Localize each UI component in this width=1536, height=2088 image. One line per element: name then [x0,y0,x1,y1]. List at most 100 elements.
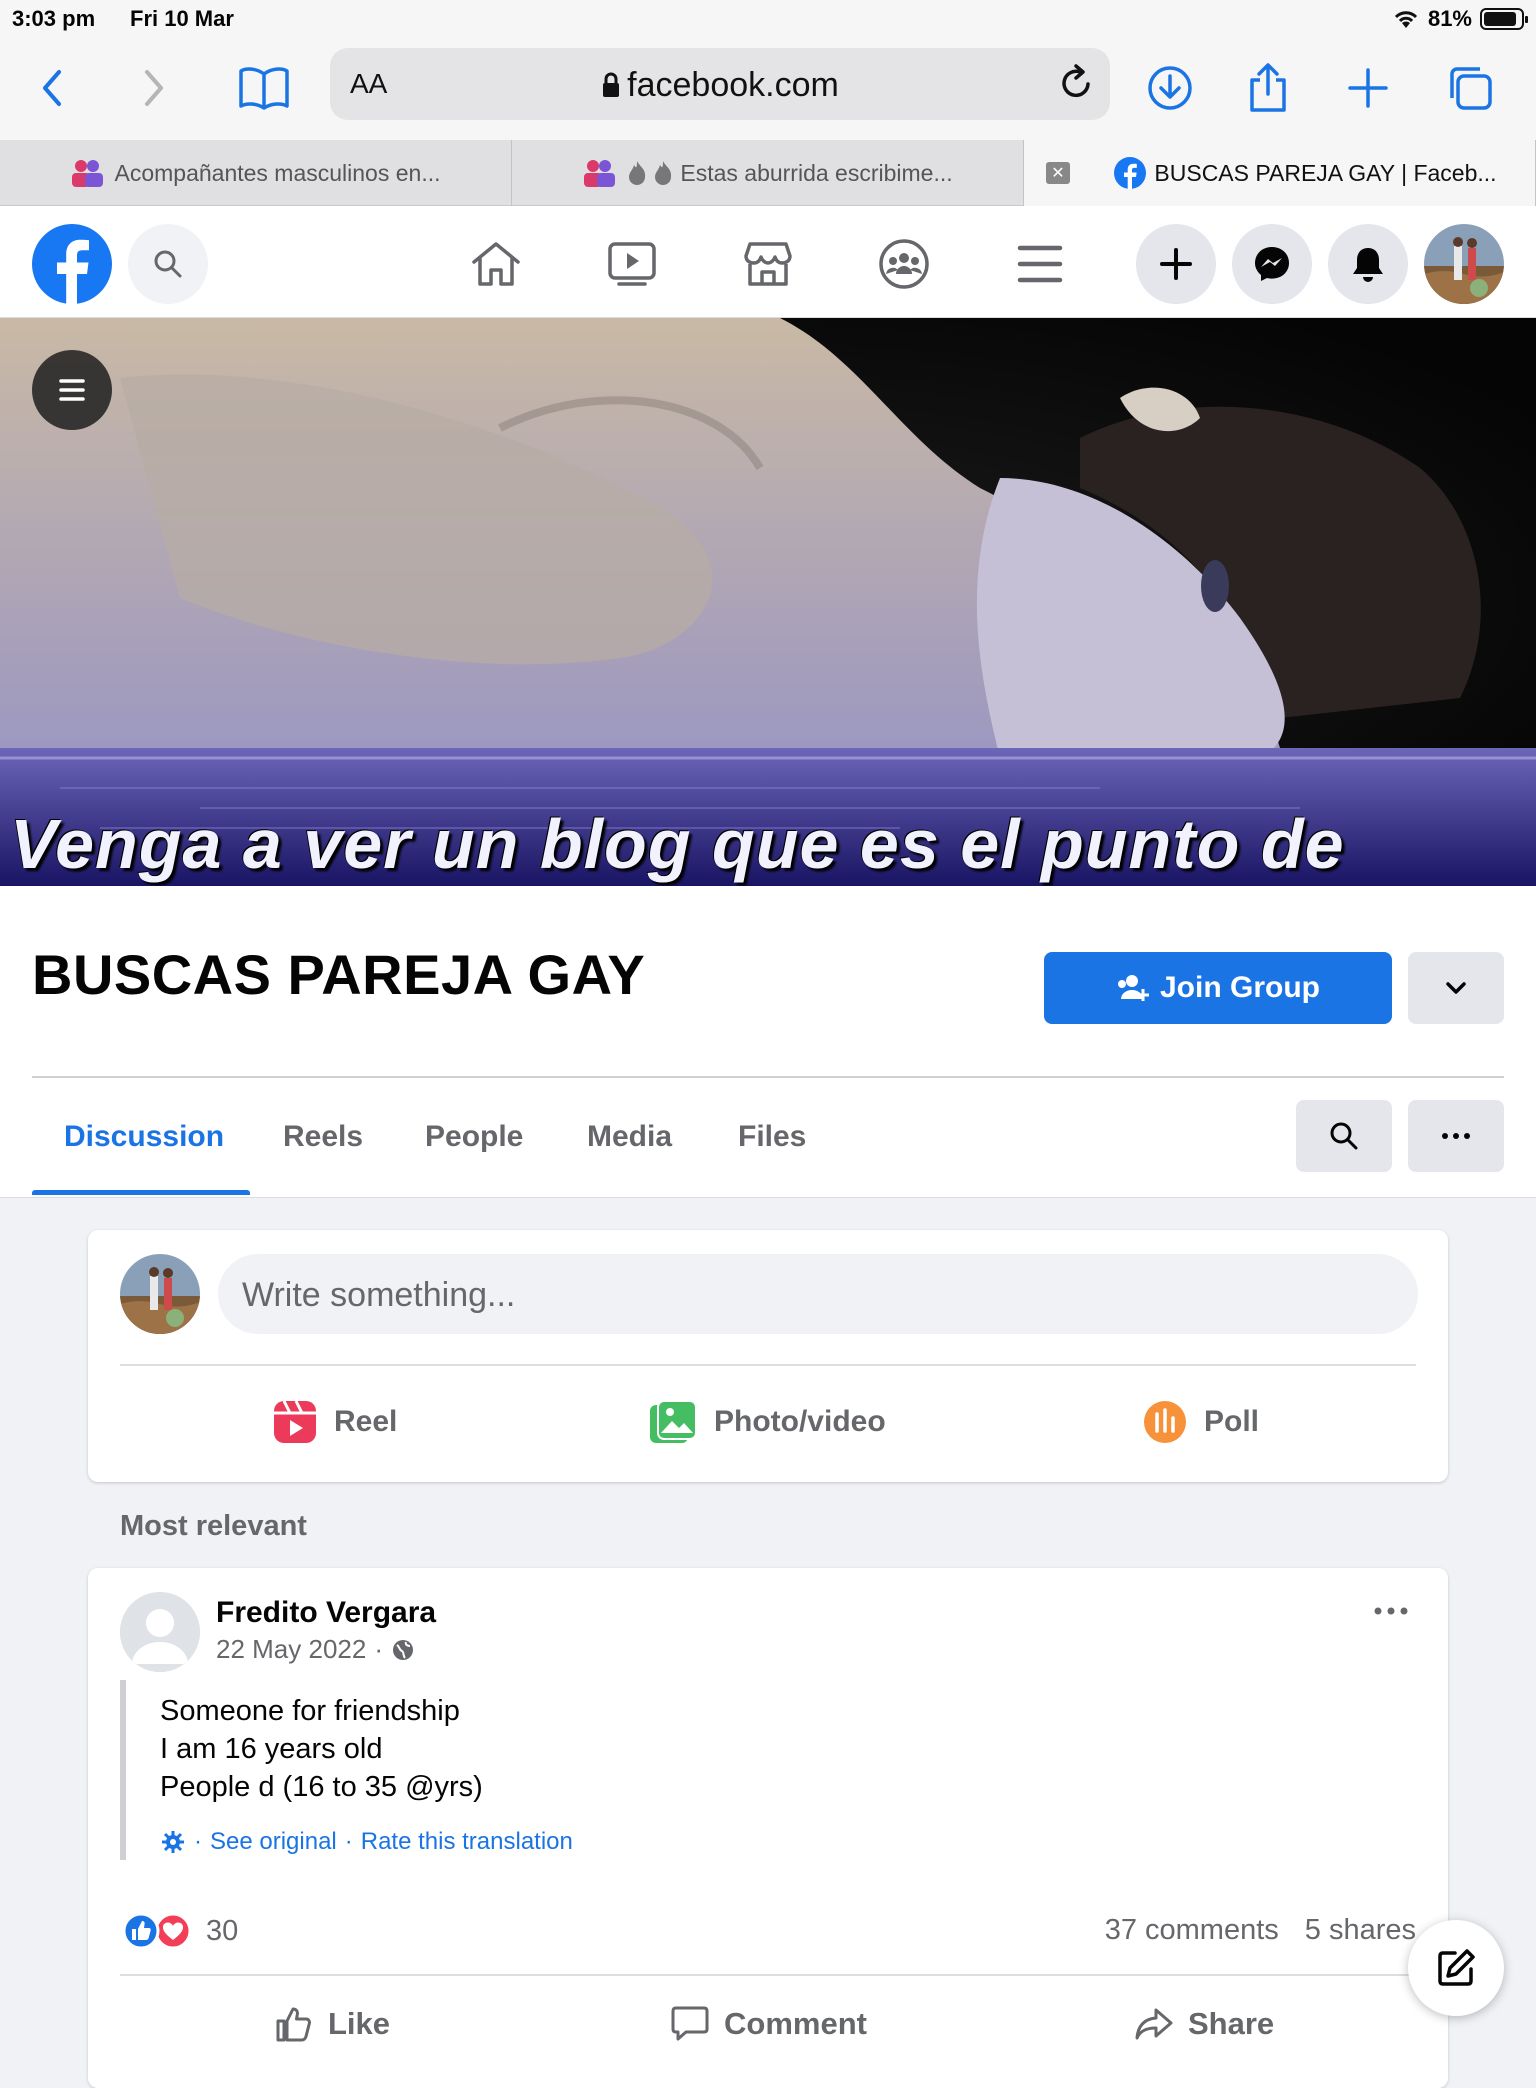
tabs-overview-icon[interactable] [1440,58,1500,118]
menu-icon[interactable] [1010,234,1070,294]
post-options-icon[interactable] [1374,1602,1408,1620]
translation-links: · See original · Rate this translation [160,1828,573,1856]
post-line: People d (16 to 35 @yrs) [160,1771,483,1803]
browser-tab[interactable]: Acompañantes masculinos en... [0,140,512,206]
group-options-dropdown[interactable] [1408,952,1504,1024]
home-icon[interactable] [466,234,526,294]
status-bar: 3:03 pm Fri 10 Mar 81% [0,0,1536,40]
cover-menu-icon[interactable] [32,350,112,430]
flame-icon [629,161,646,185]
share-label: Share [1188,2006,1275,2041]
translation-separator: · [344,1828,353,1855]
comment-icon [671,2006,709,2041]
post-divider [120,1974,1416,1976]
facebook-logo-icon[interactable] [32,224,112,304]
chevron-down-icon [1446,982,1466,994]
close-tab-icon[interactable]: ✕ [1046,162,1070,184]
translation-quote-bar [120,1680,126,1860]
facebook-navbar [0,206,1536,318]
write-something-input[interactable]: Write something... [218,1254,1418,1334]
author-avatar[interactable] [120,1592,200,1672]
status-time: 3:03 pm [12,6,96,31]
tab-media[interactable]: Media [587,1120,672,1154]
photo-video-label: Photo/video [714,1405,886,1438]
new-tab-icon[interactable] [1338,58,1398,118]
browser-tabs: Acompañantes masculinos en... Estas abur… [0,140,1536,206]
reel-label: Reel [334,1405,398,1438]
translation-separator: · [194,1828,202,1855]
group-search-button[interactable] [1296,1100,1392,1172]
globe-icon [393,1639,413,1660]
poll-label: Poll [1204,1405,1260,1438]
notifications-bell-icon[interactable] [1328,224,1408,304]
tab-discussion[interactable]: Discussion [64,1120,224,1154]
cover-image [0,318,1536,886]
share-arrow-icon [1135,2008,1173,2040]
compose-icon [1438,1949,1475,1986]
post-date[interactable]: 22 May 2022 [216,1634,366,1665]
post-composer: Write something... Reel Photo/video Poll [88,1230,1448,1482]
url-text: facebook.com [330,66,1110,105]
rate-translation-link[interactable]: Rate this translation [361,1828,573,1856]
tab-people[interactable]: People [425,1120,523,1154]
reel-button[interactable]: Reel [272,1392,397,1452]
battery-icon [1480,8,1528,30]
browser-tab-active[interactable]: ✕ BUSCAS PAREJA GAY | Faceb... [1024,140,1536,206]
comments-count[interactable]: 37 comments [1105,1914,1279,1947]
gear-icon[interactable] [160,1829,186,1855]
composer-divider [120,1364,1416,1366]
group-favicon-icon [582,158,616,188]
group-title: BUSCAS PAREJA GAY [32,943,646,1006]
tab-title: BUSCAS PAREJA GAY | Faceb... [1154,159,1497,186]
status-date: Fri 10 Mar [130,6,234,31]
address-bar[interactable]: AA facebook.com [330,48,1110,120]
post-card: Fredito Vergara 22 May 2022 · Someone fo… [88,1568,1448,2088]
profile-avatar[interactable] [1424,224,1504,304]
battery-percent: 81% [1427,6,1472,31]
photo-video-icon [650,1400,697,1443]
engagement-counts: 37 comments 5 shares [1105,1914,1416,1947]
flame-icon [655,161,672,185]
like-button[interactable]: Like [274,1996,390,2052]
search-icon[interactable] [128,224,208,304]
comment-button[interactable]: Comment [670,1996,867,2052]
see-original-link[interactable]: See original [210,1828,337,1856]
share-button[interactable]: Share [1134,1996,1274,2052]
post-body: Someone for friendship I am 16 years old… [160,1692,483,1806]
groups-icon[interactable] [874,234,934,294]
status-right: 81% [1392,6,1528,32]
user-avatar[interactable] [120,1254,200,1334]
group-more-button[interactable] [1408,1100,1504,1172]
post-author[interactable]: Fredito Vergara [216,1596,436,1630]
forward-icon[interactable] [124,58,184,118]
active-tab-indicator [32,1190,250,1195]
post-line: I am 16 years old [160,1733,383,1765]
tab-files[interactable]: Files [738,1120,806,1154]
tab-title: Estas aburrida escribime... [680,159,953,186]
share-icon[interactable] [1238,58,1298,118]
back-icon[interactable] [22,58,82,118]
reactions-summary[interactable]: 30 [122,1912,238,1950]
messenger-icon[interactable] [1232,224,1312,304]
meta-separator: · [374,1634,383,1664]
downloads-icon[interactable] [1140,58,1200,118]
new-message-button[interactable] [1408,1920,1504,2016]
header-divider [32,1076,1504,1078]
shares-count[interactable]: 5 shares [1305,1914,1416,1947]
facebook-favicon-icon [1114,157,1147,189]
marketplace-icon[interactable] [738,234,798,294]
more-dots-icon [1442,1133,1470,1139]
poll-button[interactable]: Poll [1142,1392,1259,1452]
reload-icon[interactable] [1058,64,1094,107]
create-icon[interactable] [1136,224,1216,304]
sort-label[interactable]: Most relevant [120,1510,307,1543]
thumbs-up-icon [276,2007,311,2042]
video-icon[interactable] [602,234,662,294]
url-label: facebook.com [627,66,839,104]
join-group-button[interactable]: Join Group [1044,952,1392,1024]
tab-reels[interactable]: Reels [283,1120,363,1154]
browser-tab[interactable]: Estas aburrida escribime... [512,140,1024,206]
photo-video-button[interactable]: Photo/video [648,1392,886,1452]
bookmarks-icon[interactable] [234,58,294,118]
like-reaction-icon [122,1912,160,1950]
